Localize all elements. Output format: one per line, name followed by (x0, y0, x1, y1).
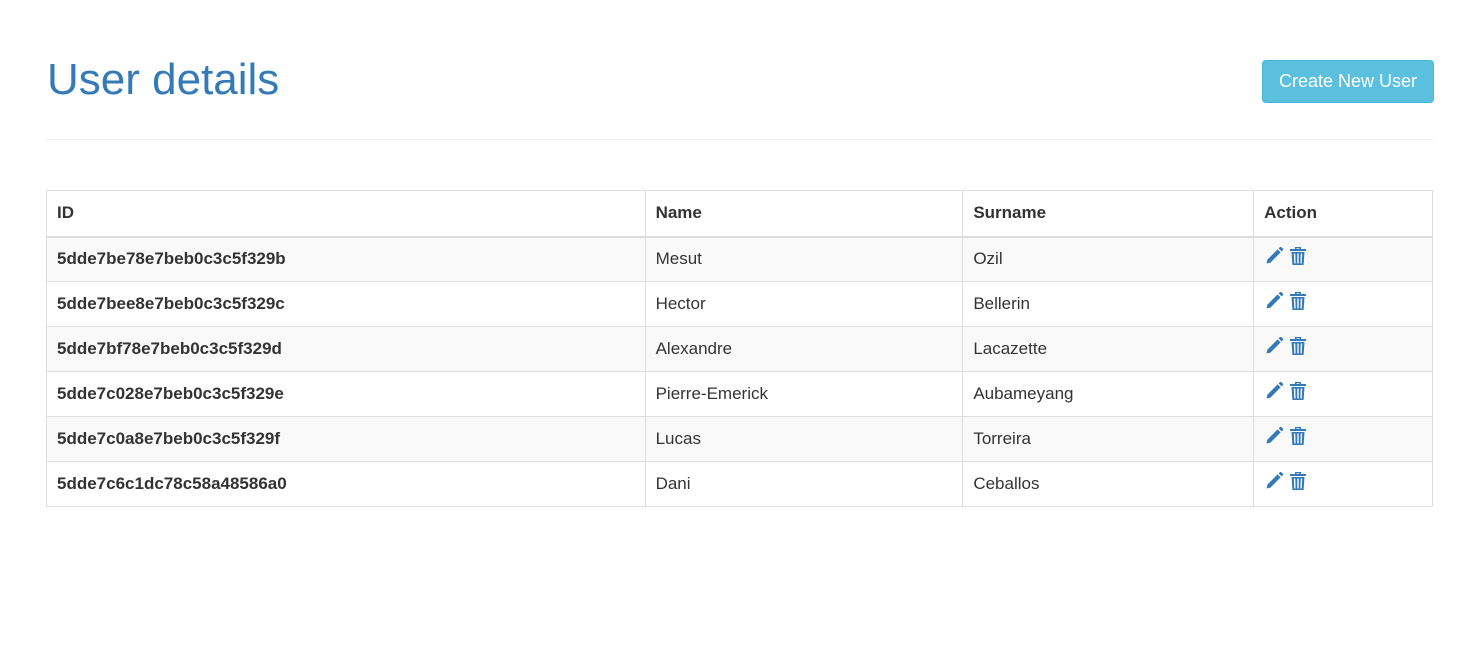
user-action-cell (1253, 236, 1433, 282)
user-name-cell: Alexandre (644, 326, 964, 372)
table-row: 5dde7c028e7beb0c3c5f329e Pierre-Emerick … (46, 371, 1433, 417)
user-name-cell: Pierre-Emerick (644, 371, 964, 417)
pencil-icon[interactable] (1264, 246, 1284, 266)
user-action-cell (1253, 461, 1433, 507)
user-id-cell: 5dde7be78e7beb0c3c5f329b (46, 236, 646, 282)
pencil-icon[interactable] (1264, 426, 1284, 446)
table-row: 5dde7be78e7beb0c3c5f329b Mesut Ozil (46, 236, 1433, 282)
page-header: User details Create New User (46, 0, 1434, 140)
user-surname-cell: Torreira (962, 416, 1255, 462)
trash-icon[interactable] (1288, 291, 1308, 311)
user-surname-cell: Lacazette (962, 326, 1255, 372)
user-surname-cell: Bellerin (962, 281, 1255, 327)
user-id-cell: 5dde7bf78e7beb0c3c5f329d (46, 326, 646, 372)
pencil-icon[interactable] (1264, 381, 1284, 401)
pencil-icon[interactable] (1264, 336, 1284, 356)
user-id-cell: 5dde7c6c1dc78c58a48586a0 (46, 461, 646, 507)
user-id-cell: 5dde7c0a8e7beb0c3c5f329f (46, 416, 646, 462)
user-action-cell (1253, 326, 1433, 372)
table-row: 5dde7c0a8e7beb0c3c5f329f Lucas Torreira (46, 416, 1433, 462)
column-header-action: Action (1253, 190, 1433, 238)
trash-icon[interactable] (1288, 246, 1308, 266)
column-header-id: ID (46, 190, 646, 238)
page-title: User details (47, 55, 280, 104)
user-surname-cell: Ozil (962, 236, 1255, 282)
user-action-cell (1253, 371, 1433, 417)
table-header-row: ID Name Surname Action (46, 190, 1433, 238)
user-name-cell: Hector (644, 281, 964, 327)
user-name-cell: Mesut (644, 236, 964, 282)
user-name-cell: Lucas (644, 416, 964, 462)
table-row: 5dde7bee8e7beb0c3c5f329c Hector Bellerin (46, 281, 1433, 327)
pencil-icon[interactable] (1264, 291, 1284, 311)
table-row: 5dde7c6c1dc78c58a48586a0 Dani Ceballos (46, 461, 1433, 507)
create-new-user-button[interactable]: Create New User (1261, 60, 1434, 103)
column-header-surname: Surname (962, 190, 1255, 238)
trash-icon[interactable] (1288, 336, 1308, 356)
column-header-name: Name (644, 190, 964, 238)
users-table: ID Name Surname Action 5dde7be78e7beb0c3… (46, 190, 1433, 507)
trash-icon[interactable] (1288, 381, 1308, 401)
table-body: 5dde7be78e7beb0c3c5f329b Mesut Ozil 5dde… (46, 236, 1433, 507)
page-container: User details Create New User ID Name Sur… (46, 0, 1434, 507)
user-action-cell (1253, 416, 1433, 462)
trash-icon[interactable] (1288, 471, 1308, 491)
user-id-cell: 5dde7c028e7beb0c3c5f329e (46, 371, 646, 417)
user-id-cell: 5dde7bee8e7beb0c3c5f329c (46, 281, 646, 327)
pencil-icon[interactable] (1264, 471, 1284, 491)
trash-icon[interactable] (1288, 426, 1308, 446)
table-row: 5dde7bf78e7beb0c3c5f329d Alexandre Lacaz… (46, 326, 1433, 372)
user-name-cell: Dani (644, 461, 964, 507)
user-surname-cell: Ceballos (962, 461, 1255, 507)
user-surname-cell: Aubameyang (962, 371, 1255, 417)
user-action-cell (1253, 281, 1433, 327)
